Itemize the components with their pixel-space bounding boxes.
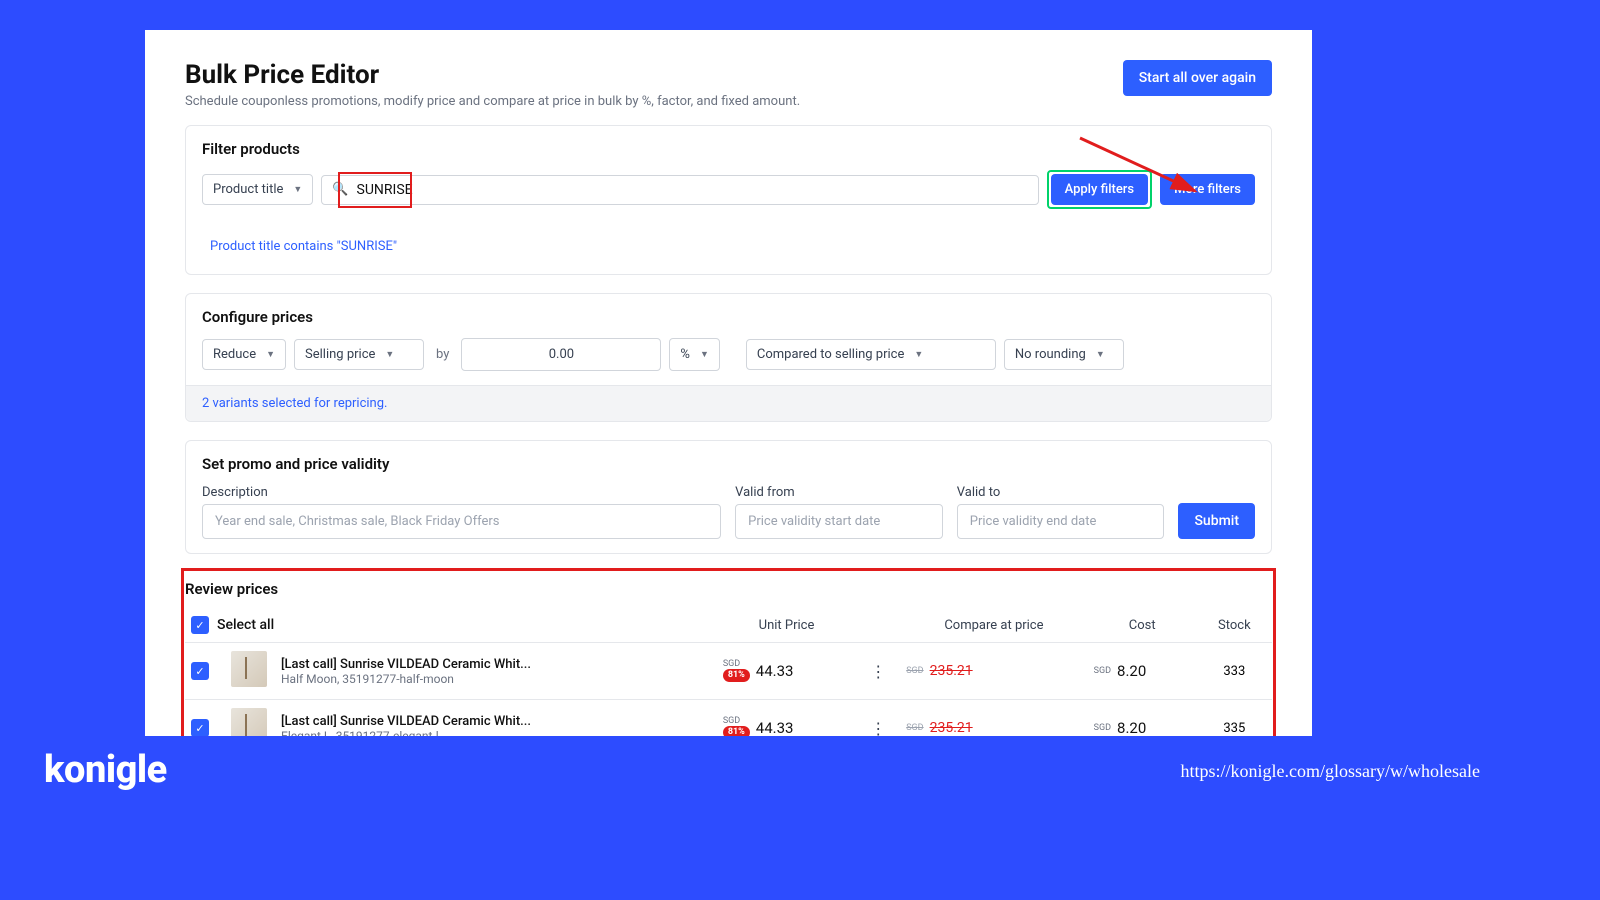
row-menu-icon[interactable]: ⋮ [862, 719, 894, 737]
currency-label: SGD [1094, 724, 1111, 733]
start-over-button[interactable]: Start all over again [1123, 60, 1272, 96]
chevron-down-icon: ▼ [914, 349, 923, 360]
price-action-value: Reduce [213, 347, 256, 362]
filter-scope-value: Product title [213, 182, 283, 197]
brand-logo: konigle [44, 748, 167, 792]
table-row: ✓ [Last call] Sunrise VILDEAD Ceramic Wh… [185, 643, 1272, 700]
valid-to-label: Valid to [957, 485, 1165, 500]
valid-to-input[interactable] [957, 504, 1165, 539]
search-icon: 🔍 [332, 182, 348, 197]
select-all-label: Select all [217, 617, 274, 633]
product-name: [Last call] Sunrise VILDEAD Ceramic Whit… [281, 714, 711, 729]
compare-price-value: 235.21 [930, 720, 973, 736]
discount-badge: 81% [723, 726, 750, 736]
currency-label: SGD [906, 666, 923, 676]
rounding-select[interactable]: No rounding ▼ [1004, 339, 1124, 370]
filter-scope-select[interactable]: Product title ▼ [202, 174, 313, 205]
price-target-value: Selling price [305, 347, 375, 362]
filter-search-wrap: 🔍 [321, 175, 1038, 205]
price-unit-select[interactable]: % ▼ [669, 338, 719, 371]
chevron-down-icon: ▼ [1096, 349, 1105, 360]
cost-value: 8.20 [1117, 662, 1146, 680]
discount-badge: 81% [723, 669, 750, 682]
by-label: by [432, 347, 453, 362]
promo-section-label: Set promo and price validity [202, 455, 1255, 473]
chevron-down-icon: ▼ [266, 349, 275, 360]
col-compare: Compare at price [900, 608, 1087, 643]
promo-card: Set promo and price validity Description… [185, 440, 1272, 554]
apply-filters-button[interactable]: Apply filters [1051, 174, 1149, 205]
footer-url: https://konigle.com/glossary/w/wholesale [1181, 761, 1480, 782]
configure-section-label: Configure prices [202, 308, 1255, 326]
valid-from-input[interactable] [735, 504, 943, 539]
row-checkbox[interactable]: ✓ [191, 662, 209, 680]
compared-to-select[interactable]: Compared to selling price ▼ [746, 339, 996, 370]
app-window: Bulk Price Editor Schedule couponless pr… [145, 30, 1312, 736]
product-thumbnail [231, 651, 267, 687]
product-name: [Last call] Sunrise VILDEAD Ceramic Whit… [281, 657, 711, 672]
currency-label: SGD [723, 660, 740, 669]
review-section-label: Review prices [185, 572, 1272, 598]
stock-value: 335 [1223, 721, 1245, 736]
row-checkbox[interactable]: ✓ [191, 719, 209, 736]
stock-value: 333 [1223, 664, 1245, 679]
page-subtitle: Schedule couponless promotions, modify p… [185, 94, 800, 109]
configure-card: Configure prices Reduce ▼ Selling price … [185, 293, 1272, 422]
review-section: Review prices ✓ Select all Unit Price Co… [185, 572, 1272, 736]
row-menu-icon[interactable]: ⋮ [862, 662, 894, 681]
valid-from-label: Valid from [735, 485, 943, 500]
rounding-value: No rounding [1015, 347, 1086, 362]
unit-price-value: 44.33 [756, 719, 794, 736]
filter-card: Filter products Product title ▼ 🔍 Apply … [185, 125, 1272, 275]
configure-status-strip: 2 variants selected for repricing. [186, 385, 1271, 421]
col-cost: Cost [1088, 608, 1197, 643]
review-table: ✓ Select all Unit Price Compare at price… [185, 608, 1272, 736]
product-variant: Elegant L, 35191277-elegant-l [281, 729, 711, 737]
unit-price-value: 44.33 [756, 662, 794, 680]
compare-price-value: 235.21 [930, 663, 973, 679]
filter-search-input[interactable] [357, 182, 1028, 198]
select-all-checkbox[interactable]: ✓ [191, 616, 209, 634]
description-label: Description [202, 485, 721, 500]
price-action-select[interactable]: Reduce ▼ [202, 339, 286, 370]
submit-button[interactable]: Submit [1178, 503, 1255, 539]
product-variant: Half Moon, 35191277-half-moon [281, 672, 711, 686]
chevron-down-icon: ▼ [700, 349, 709, 360]
annotation-apply-highlight: Apply filters [1047, 170, 1153, 209]
page-header: Bulk Price Editor Schedule couponless pr… [145, 30, 1312, 125]
currency-label: SGD [1094, 667, 1111, 676]
currency-label: SGD [906, 723, 923, 733]
product-thumbnail [231, 708, 267, 736]
price-target-select[interactable]: Selling price ▼ [294, 339, 424, 370]
price-amount-input[interactable] [461, 338, 661, 371]
page-title: Bulk Price Editor [185, 60, 800, 90]
description-input[interactable] [202, 504, 721, 539]
cost-value: 8.20 [1117, 719, 1146, 736]
col-unit-price: Unit Price [717, 608, 856, 643]
col-stock: Stock [1197, 608, 1272, 643]
currency-label: SGD [723, 717, 740, 726]
compared-to-value: Compared to selling price [757, 347, 905, 362]
chevron-down-icon: ▼ [293, 184, 302, 195]
table-row: ✓ [Last call] Sunrise VILDEAD Ceramic Wh… [185, 700, 1272, 737]
more-filters-button[interactable]: More filters [1160, 174, 1255, 205]
active-filter-chip[interactable]: Product title contains "SUNRISE" [202, 233, 405, 260]
filter-section-label: Filter products [202, 140, 1255, 158]
price-unit-value: % [680, 347, 690, 362]
chevron-down-icon: ▼ [385, 349, 394, 360]
